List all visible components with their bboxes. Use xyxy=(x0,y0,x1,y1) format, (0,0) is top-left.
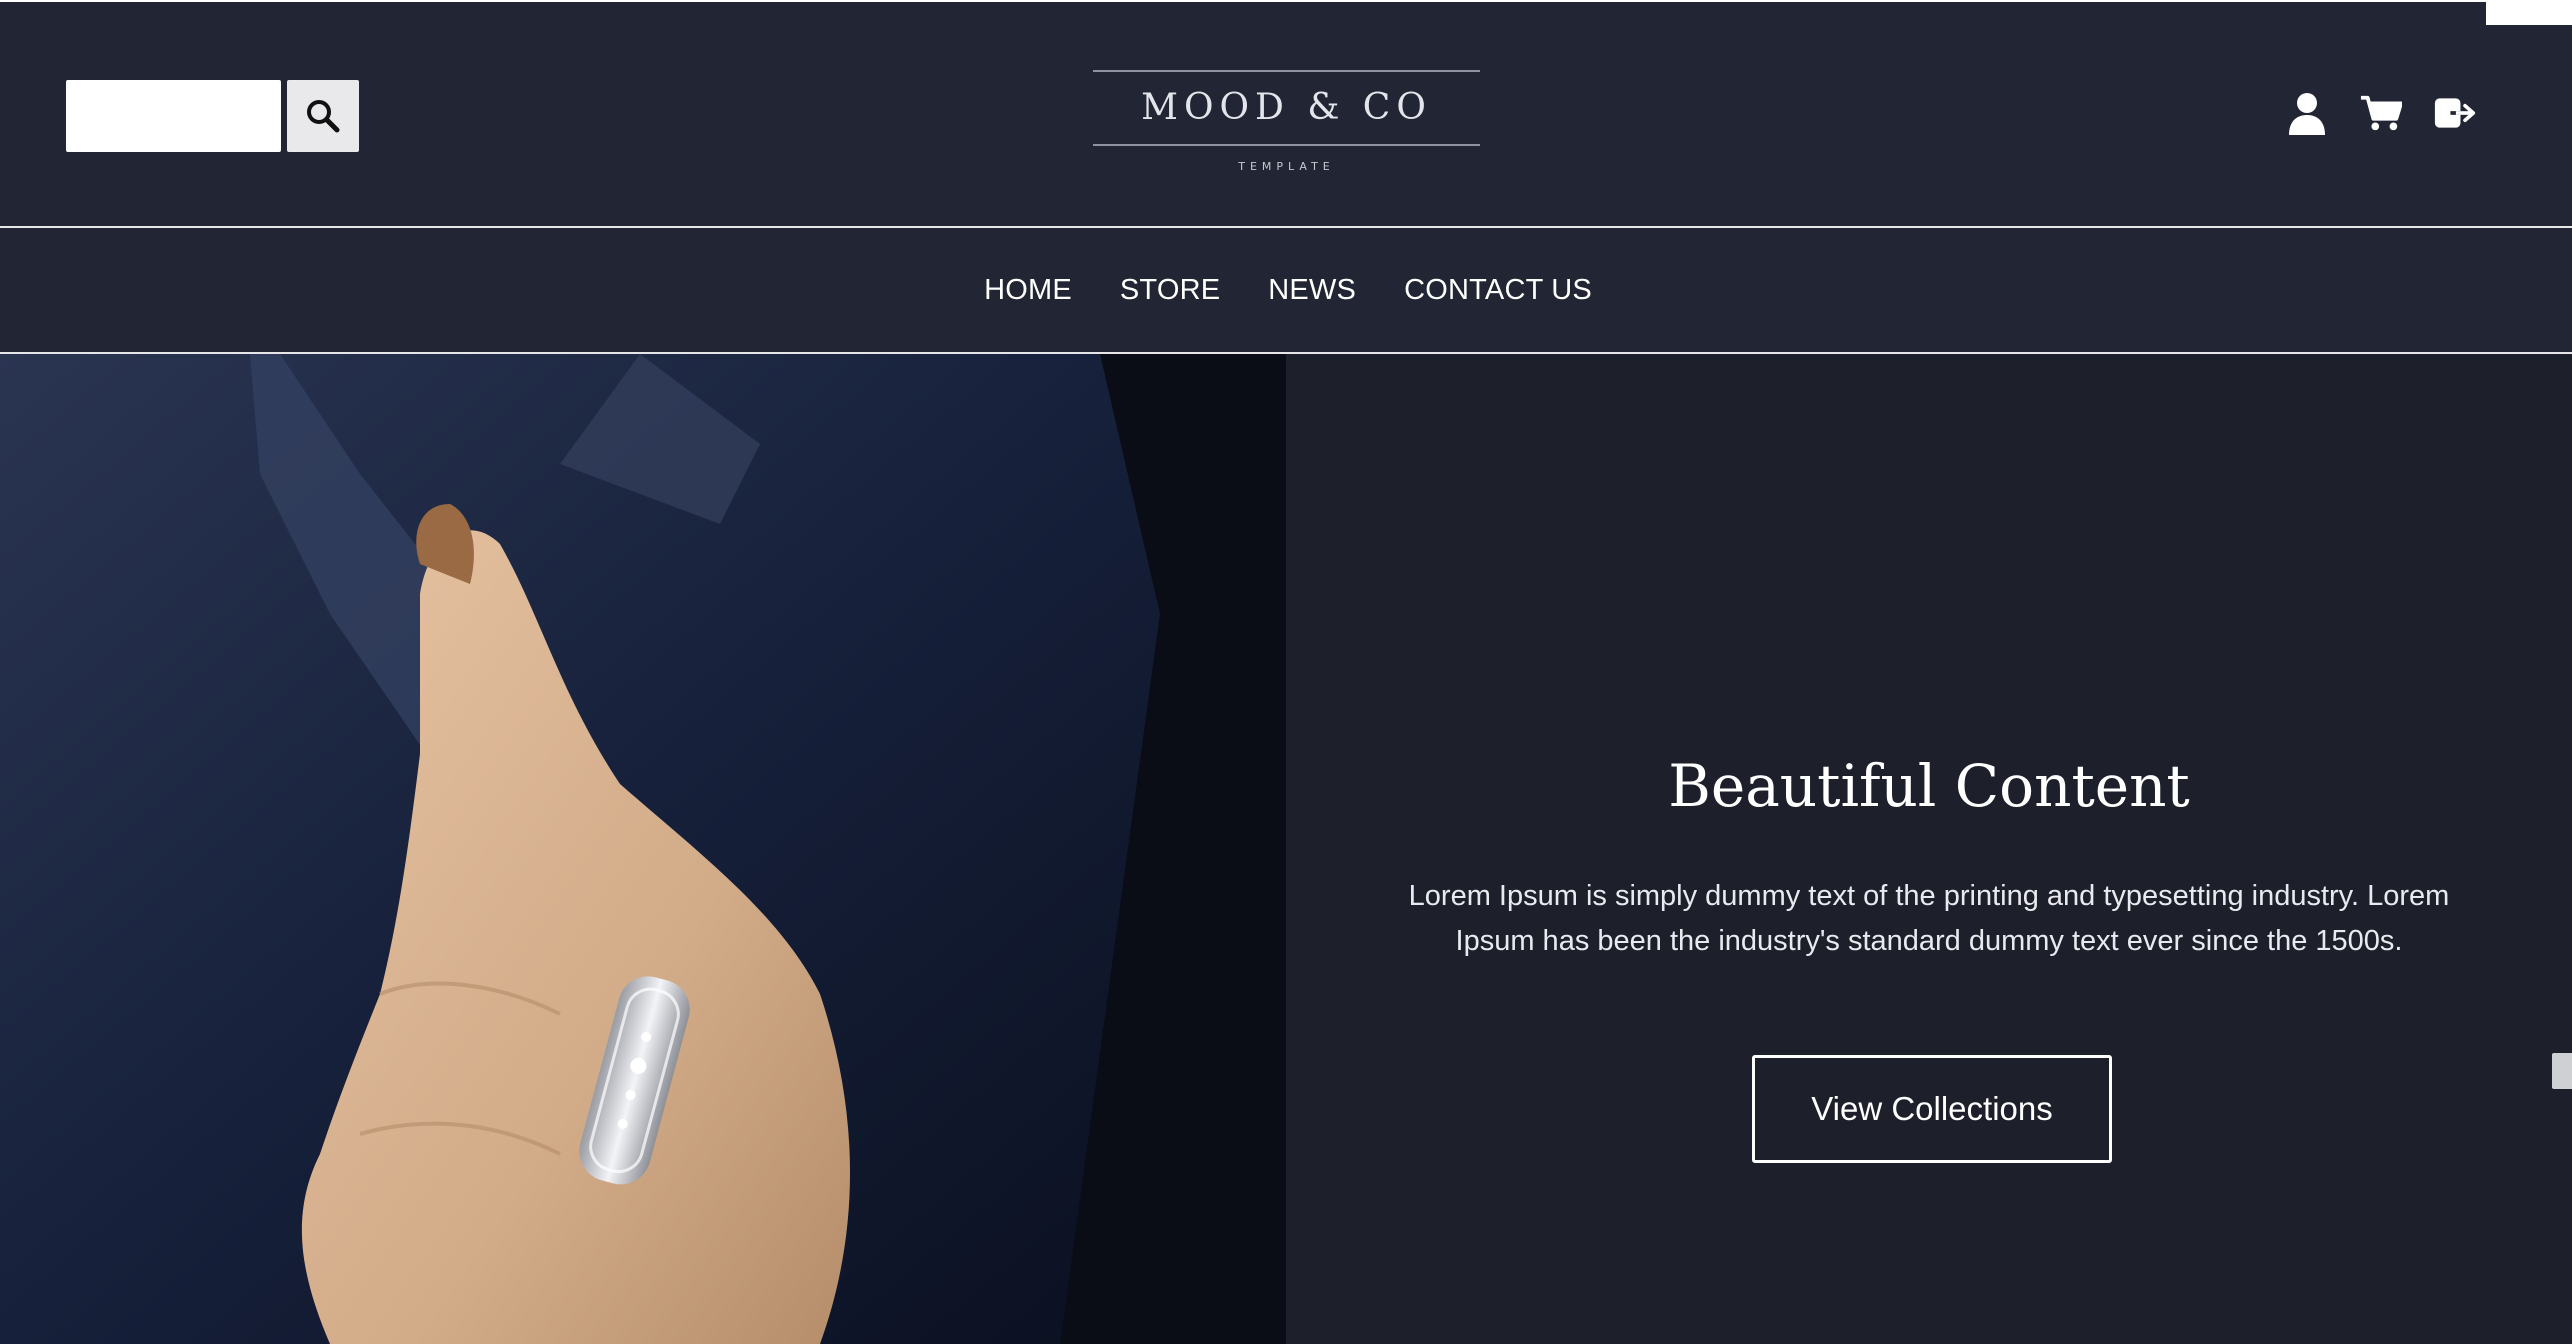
search-icon xyxy=(307,100,340,133)
nav-item-home[interactable]: HOME xyxy=(984,274,1072,307)
hero-title: Beautiful Content xyxy=(1668,752,2190,820)
hero-image xyxy=(0,354,1286,1344)
user-icon xyxy=(2289,93,2325,135)
side-feedback-tab[interactable] xyxy=(2552,1053,2572,1089)
logout-icon xyxy=(2434,98,2476,128)
search-input[interactable] xyxy=(66,80,281,152)
corner-tab xyxy=(2486,2,2572,25)
brand-logo[interactable]: MOOD & CO TEMPLATE xyxy=(1093,70,1480,178)
view-collections-button[interactable]: View Collections xyxy=(1752,1055,2112,1163)
search-button[interactable] xyxy=(287,80,359,152)
ring-hand-photo xyxy=(0,354,1286,1344)
header-actions xyxy=(2286,90,2476,136)
logo-name: MOOD & CO xyxy=(1141,87,1432,128)
hero-description: Lorem Ipsum is simply dummy text of the … xyxy=(1408,880,2450,957)
hero-content: Beautiful Content Lorem Ipsum is simply … xyxy=(1286,354,2572,1344)
logo-bottom-rule xyxy=(1093,144,1480,146)
nav-item-news[interactable]: NEWS xyxy=(1268,274,1356,307)
site-header: MOOD & CO TEMPLATE xyxy=(0,0,2572,227)
cart-icon xyxy=(2360,95,2402,131)
main-nav: HOME STORE NEWS CONTACT US xyxy=(0,228,2572,352)
nav-item-store[interactable]: STORE xyxy=(1120,274,1220,307)
nav-item-contact-us[interactable]: CONTACT US xyxy=(1404,274,1592,307)
logo-tagline: TEMPLATE xyxy=(1238,160,1335,173)
account-button[interactable] xyxy=(2286,90,2328,136)
logout-button[interactable] xyxy=(2434,90,2476,136)
nav-list: HOME STORE NEWS CONTACT US xyxy=(984,274,1592,307)
cart-button[interactable] xyxy=(2360,90,2402,136)
